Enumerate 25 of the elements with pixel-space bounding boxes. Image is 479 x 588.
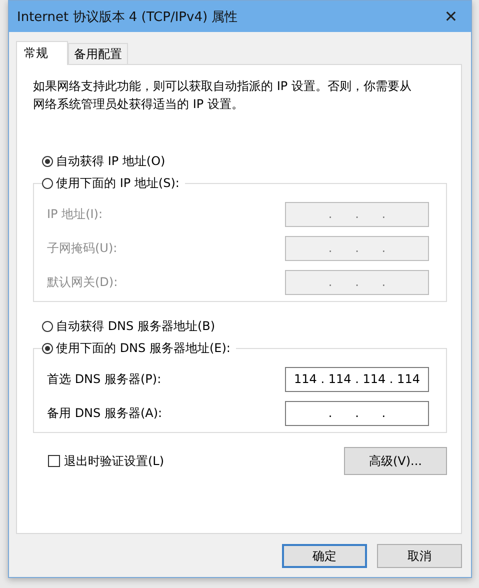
field-label: 首选 DNS 服务器(P): bbox=[47, 370, 162, 388]
checkbox-label[interactable]: 退出时验证设置(L) bbox=[64, 452, 164, 470]
advanced-button[interactable]: 高级(V)... bbox=[344, 447, 447, 475]
radio-label[interactable]: 使用下面的 IP 地址(S): bbox=[56, 174, 180, 192]
radio-button[interactable] bbox=[42, 178, 53, 188]
field-label: IP 地址(I): bbox=[47, 206, 103, 222]
tab[interactable]: 备用配置 bbox=[68, 43, 128, 64]
window-title: Internet 协议版本 4 (TCP/IPv4) 属性 bbox=[17, 8, 238, 26]
radio-label[interactable]: 自动获得 DNS 服务器地址(B) bbox=[56, 318, 216, 334]
field-label: 备用 DNS 服务器(A): bbox=[47, 404, 162, 422]
cancel-button[interactable]: 取消 bbox=[377, 544, 462, 568]
radio-button[interactable] bbox=[42, 156, 53, 166]
description-text: 如果网络支持此功能，则可以获取自动指派的 IP 设置。否则，你需要从网络系统管理员处获得适当的 IP 设置。 bbox=[32, 78, 412, 113]
radio-label[interactable]: 自动获得 IP 地址(O) bbox=[56, 152, 166, 170]
radio-label[interactable]: 使用下面的 DNS 服务器地址(E): bbox=[56, 340, 230, 356]
radio-button[interactable] bbox=[42, 320, 53, 332]
checkbox[interactable] bbox=[48, 455, 60, 467]
radio-button[interactable] bbox=[42, 342, 53, 354]
close-button[interactable]: ✕ bbox=[431, 1, 471, 32]
ip-address-field[interactable]: 114 . 114 . 114 . 114 bbox=[285, 366, 429, 392]
field-label: 子网掩码(U): bbox=[47, 240, 118, 256]
ip-address-field[interactable]: . . . bbox=[285, 400, 429, 426]
field-label: 默认网关(D): bbox=[47, 274, 118, 290]
tab[interactable]: 常规 bbox=[16, 41, 68, 65]
ok-button[interactable]: 确定 bbox=[282, 544, 367, 568]
